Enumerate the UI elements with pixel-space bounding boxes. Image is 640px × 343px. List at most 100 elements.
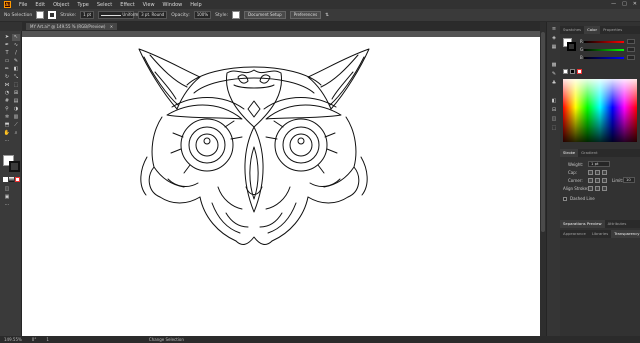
tab-appearance[interactable]: Appearance [560, 230, 589, 238]
swatches-icon[interactable]: ▩ [550, 62, 558, 69]
close-icon[interactable]: ✕ [633, 1, 637, 7]
pencil-tool-icon[interactable]: ✏ [3, 66, 11, 73]
projecting-cap-icon[interactable] [602, 170, 607, 175]
align-outside-icon[interactable] [602, 186, 607, 191]
tab-attributes[interactable]: Attributes [605, 220, 630, 228]
round-cap-icon[interactable] [595, 170, 600, 175]
variable-width-profile[interactable]: Uniform [98, 11, 138, 19]
butt-cap-icon[interactable] [588, 170, 593, 175]
bevel-join-icon[interactable] [602, 178, 607, 183]
round-join-icon[interactable] [595, 178, 600, 183]
draw-mode-icon[interactable]: ◫ [3, 186, 11, 193]
free-transform-tool-icon[interactable]: ⬚ [12, 82, 20, 89]
document-setup-button[interactable]: Document Setup [243, 11, 286, 19]
direct-selection-tool-icon[interactable]: ↖ [12, 34, 20, 41]
tab-libraries[interactable]: Libraries [589, 230, 611, 238]
app-logo-icon[interactable]: Ai [4, 1, 11, 8]
canvas-area[interactable] [22, 31, 540, 336]
gradient-mode-icon[interactable] [9, 177, 14, 182]
slider-blue-value[interactable] [627, 55, 635, 60]
shape-builder-tool-icon[interactable]: ◔ [3, 90, 11, 97]
owl-artwork[interactable] [22, 37, 540, 336]
rotation-value[interactable]: 0° [32, 337, 37, 342]
slider-red-track[interactable] [584, 41, 624, 43]
artboard[interactable] [22, 37, 540, 336]
stroke-swatch[interactable] [48, 11, 57, 19]
menu-object[interactable]: Object [53, 2, 69, 8]
align-inside-icon[interactable] [595, 186, 600, 191]
tab-swatches[interactable]: Swatches [560, 26, 584, 34]
brushes-icon[interactable]: ✎ [550, 71, 558, 78]
slider-green-track[interactable] [584, 49, 624, 51]
white-swatch[interactable] [563, 69, 568, 74]
close-tab-icon[interactable]: ✕ [110, 24, 113, 29]
limit-field[interactable]: 10 [623, 177, 635, 183]
menu-help[interactable]: Help [190, 2, 201, 8]
fill-swatch[interactable] [36, 11, 45, 19]
brush-definition[interactable]: 3 pt. Round [138, 11, 168, 19]
libraries-icon[interactable]: ▦ [550, 44, 558, 51]
slider-blue[interactable]: B [580, 55, 635, 60]
slider-green[interactable]: G [580, 47, 635, 52]
document-tab[interactable]: MY Art.ai* @ 149.55 % (RGB/Preview) ✕ [26, 23, 118, 30]
artboard-number[interactable]: 1 [46, 337, 49, 342]
perspective-grid-tool-icon[interactable]: ⊞ [12, 90, 20, 97]
slider-blue-track[interactable] [584, 57, 624, 59]
eyedropper-tool-icon[interactable]: ⚲ [3, 106, 11, 113]
gradient-tool-icon[interactable]: ▤ [12, 98, 20, 105]
color-mode-icon[interactable] [3, 177, 8, 182]
align-icon[interactable]: ⊟ [550, 107, 558, 114]
minimize-icon[interactable]: — [611, 1, 616, 7]
rotate-tool-icon[interactable]: ↻ [3, 74, 11, 81]
line-tool-icon[interactable]: / [12, 50, 20, 57]
zoom-tool-icon[interactable]: ⌕ [12, 130, 20, 137]
more-tools-icon[interactable]: ⋯ [3, 138, 11, 145]
slice-tool-icon[interactable]: ⟋ [12, 122, 20, 129]
none-swatch[interactable] [577, 69, 582, 74]
layers-icon[interactable]: ◈ [550, 35, 558, 42]
dashed-line-checkbox[interactable] [563, 197, 567, 201]
align-center-icon[interactable] [588, 186, 593, 191]
selection-tool-icon[interactable]: ➤ [3, 34, 11, 41]
eraser-tool-icon[interactable]: ◧ [12, 66, 20, 73]
menu-select[interactable]: Select [97, 2, 112, 8]
transform-icon[interactable]: ⬚ [550, 125, 558, 132]
menu-edit[interactable]: Edit [35, 2, 45, 8]
tab-stroke[interactable]: Stroke [560, 149, 579, 157]
arrange-icon[interactable]: ⇅ [325, 13, 329, 18]
black-swatch[interactable] [570, 69, 575, 74]
properties-icon[interactable]: ≡ [550, 26, 558, 33]
none-mode-icon[interactable] [15, 177, 20, 182]
preferences-button[interactable]: Preferences [289, 11, 322, 19]
curvature-tool-icon[interactable]: ∿ [12, 42, 20, 49]
graph-tool-icon[interactable]: ▥ [12, 114, 20, 121]
tab-transparency[interactable]: Transparency [611, 230, 640, 238]
scale-tool-icon[interactable]: ⤡ [12, 74, 20, 81]
miter-join-icon[interactable] [588, 178, 593, 183]
graphic-styles-icon[interactable]: ◧ [550, 98, 558, 105]
blend-tool-icon[interactable]: ◑ [12, 106, 20, 113]
weight-field[interactable]: 1 pt [588, 161, 610, 167]
graphic-style-swatch[interactable] [231, 11, 240, 19]
mesh-tool-icon[interactable]: # [3, 98, 11, 105]
stroke-color-swatch[interactable] [9, 161, 20, 172]
menu-effect[interactable]: Effect [120, 2, 134, 8]
paintbrush-tool-icon[interactable]: ✎ [12, 58, 20, 65]
slider-red[interactable]: R [580, 39, 635, 44]
scrollbar-thumb[interactable] [541, 32, 545, 232]
maximize-icon[interactable]: □ [622, 1, 627, 7]
tab-color[interactable]: Color [584, 26, 601, 34]
edit-toolbar-icon[interactable]: ⋯ [3, 202, 11, 209]
color-stroke-swatch[interactable] [567, 42, 576, 51]
zoom-level[interactable]: 149.55% [4, 337, 22, 342]
stroke-weight-field[interactable]: 1 pt [80, 11, 95, 19]
symbol-sprayer-tool-icon[interactable]: ✲ [3, 114, 11, 121]
menu-file[interactable]: File [19, 2, 27, 8]
rectangle-tool-icon[interactable]: ▭ [3, 58, 11, 65]
width-tool-icon[interactable]: ⋈ [3, 82, 11, 89]
tab-properties[interactable]: Properties [600, 26, 625, 34]
symbols-icon[interactable]: ♣ [550, 80, 558, 87]
tab-separations-preview[interactable]: Separations Preview [560, 220, 605, 228]
artboard-tool-icon[interactable]: ⬒ [3, 122, 11, 129]
tab-gradient[interactable]: Gradient [578, 149, 601, 157]
